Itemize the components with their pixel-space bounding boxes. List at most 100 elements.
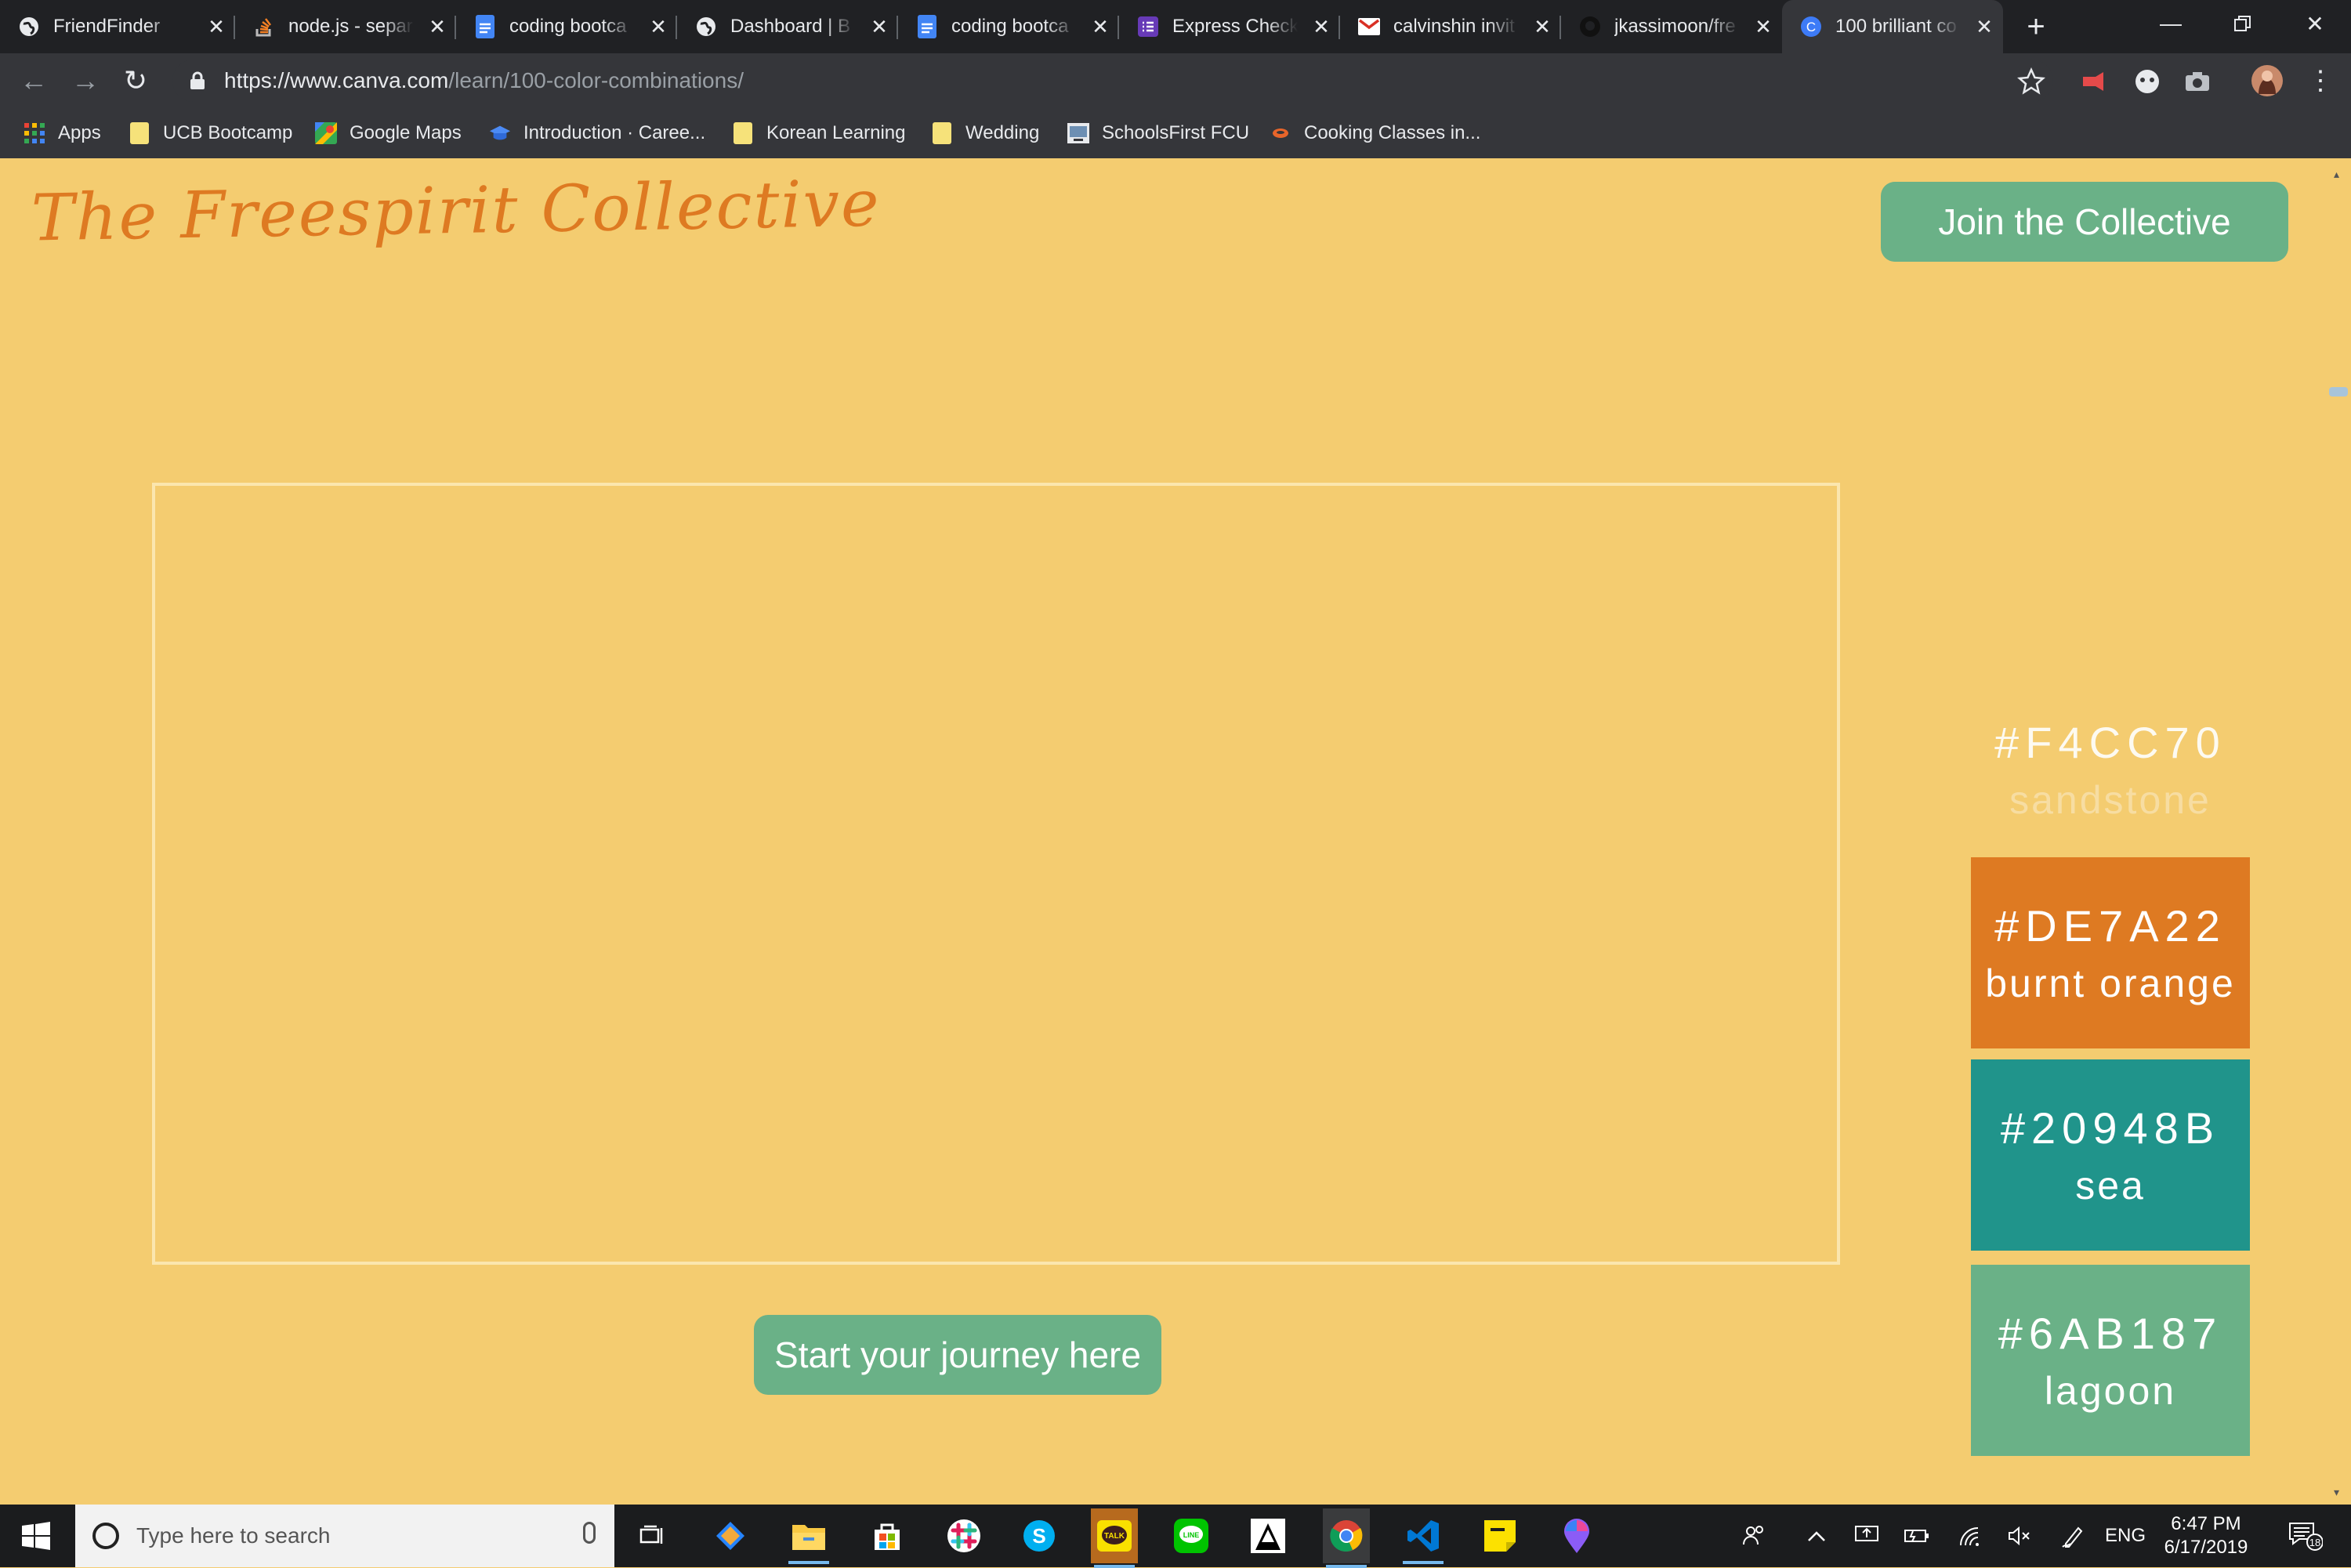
skype-icon[interactable]: S	[1016, 1512, 1063, 1559]
slack-icon[interactable]	[940, 1512, 987, 1559]
close-icon[interactable]: ✕	[426, 16, 448, 38]
tab-title: 100 brilliant co	[1835, 16, 1957, 37]
bookmark-label: UCB Bootcamp	[163, 122, 293, 143]
tab-nodejs[interactable]: node.js - separ ✕	[235, 0, 456, 53]
page-content: The Freespirit Collective Join the Colle…	[0, 158, 2351, 1505]
start-journey-button[interactable]: Start your journey here	[754, 1315, 1161, 1395]
bookmark-ucb-bootcamp[interactable]: UCB Bootcamp	[129, 119, 292, 147]
bookmark-korean-learning[interactable]: Korean Learning	[732, 119, 905, 147]
cortana-icon	[92, 1523, 119, 1549]
tab-title: coding bootca	[951, 16, 1069, 37]
address-bar[interactable]: https://www.canva.com/learn/100-color-co…	[172, 60, 2053, 102]
tab-gmail-invite[interactable]: calvinshin invit ✕	[1340, 0, 1561, 53]
close-icon[interactable]: ✕	[1310, 16, 1332, 38]
bookmark-icon	[489, 122, 511, 144]
close-icon[interactable]: ✕	[647, 16, 669, 38]
swatch-burnt-orange: #DE7A22 burnt orange	[1971, 857, 2250, 1048]
bookmark-label: Google Maps	[350, 122, 462, 143]
volume-muted-icon[interactable]	[2003, 1522, 2034, 1550]
tab-title: node.js - separ	[288, 16, 413, 37]
notification-center-icon[interactable]: 18	[2282, 1522, 2329, 1551]
bookmark-wedding[interactable]: Wedding	[931, 119, 1039, 147]
close-icon[interactable]: ✕	[205, 16, 227, 38]
forms-icon	[1136, 15, 1160, 38]
tab-coding-bootcamp-2[interactable]: coding bootca ✕	[898, 0, 1119, 53]
profile-avatar[interactable]	[2251, 64, 2284, 97]
reload-button[interactable]: ↻	[116, 61, 155, 100]
close-icon[interactable]: ✕	[1752, 16, 1774, 38]
windows-start-icon[interactable]	[22, 1522, 50, 1550]
taskbar-search-box[interactable]: Type here to search	[75, 1505, 614, 1567]
swatch-hex: #DE7A22	[1994, 901, 2226, 951]
browser-toolbar: ← → ↻ https://www.canva.com/learn/100-co…	[0, 53, 2351, 108]
task-view-icon[interactable]	[629, 1512, 676, 1559]
bookmark-apps[interactable]: Apps	[24, 119, 101, 147]
chrome-icon[interactable]	[1323, 1508, 1370, 1568]
new-tab-button[interactable]: +	[2019, 9, 2053, 44]
tab-title: Express Check	[1172, 16, 1298, 37]
tab-friendfinder[interactable]: FriendFinder ✕	[0, 0, 235, 53]
microphone-icon[interactable]	[583, 1522, 596, 1544]
file-explorer-icon[interactable]	[785, 1512, 832, 1564]
camera-icon[interactable]	[2183, 67, 2212, 96]
scroll-down-arrow[interactable]: ▾	[2334, 1486, 2343, 1499]
people-icon[interactable]	[1738, 1522, 1770, 1550]
tab-canva-active[interactable]: C 100 brilliant co ✕	[1782, 0, 2003, 53]
chevron-up-icon[interactable]	[1802, 1522, 1831, 1550]
language-indicator[interactable]: ENG	[2103, 1522, 2147, 1550]
bookmark-schoolsfirst[interactable]: SchoolsFirst FCU	[1067, 119, 1249, 147]
google-docs-icon	[915, 15, 939, 38]
url-path: /learn/100-color-combinations/	[448, 68, 744, 92]
store-icon[interactable]	[864, 1512, 911, 1559]
extension-face-icon[interactable]	[2133, 67, 2161, 96]
star-icon[interactable]	[2017, 67, 2045, 96]
menu-kebab-icon[interactable]: ⋮	[2301, 61, 2340, 100]
minimize-button[interactable]: —	[2135, 0, 2207, 47]
url-host: https://www.canva.com	[224, 68, 449, 92]
scrollbar-thumb[interactable]	[2329, 387, 2348, 397]
tab-dashboard[interactable]: Dashboard | B ✕	[677, 0, 898, 53]
display-icon[interactable]	[1851, 1522, 1882, 1550]
sticky-notes-icon[interactable]	[1476, 1512, 1523, 1559]
bookmark-cooking-classes[interactable]: Cooking Classes in...	[1270, 119, 1480, 147]
close-icon[interactable]: ✕	[1089, 16, 1111, 38]
kakaotalk-icon[interactable]: TALK	[1091, 1508, 1138, 1568]
system-clock[interactable]: 6:47 PM 6/17/2019	[2147, 1512, 2265, 1559]
pen-ink-icon[interactable]	[2058, 1522, 2089, 1550]
url-text: https://www.canva.com/learn/100-color-co…	[224, 68, 744, 93]
tab-github[interactable]: jkassimoon/fre ✕	[1561, 0, 1782, 53]
close-window-button[interactable]: ✕	[2279, 0, 2351, 47]
bookmark-google-maps[interactable]: Google Maps	[315, 119, 462, 147]
globe-icon	[694, 15, 718, 38]
line-icon[interactable]: LINE	[1168, 1512, 1215, 1559]
bookmark-introduction-career[interactable]: Introduction · Caree...	[489, 119, 705, 147]
github-icon	[1578, 15, 1602, 38]
bookmark-label: Wedding	[965, 122, 1040, 143]
close-icon[interactable]: ✕	[1531, 16, 1553, 38]
close-icon[interactable]: ✕	[1973, 16, 1995, 38]
close-icon[interactable]: ✕	[868, 16, 890, 38]
swatch-hex: #20948B	[2000, 1103, 2221, 1153]
maps-pin-icon[interactable]	[1553, 1512, 1600, 1559]
forward-button[interactable]: →	[66, 61, 105, 100]
restore-icon	[2234, 16, 2251, 31]
screencast-extension-icon[interactable]	[2080, 67, 2108, 96]
google-maps-icon	[315, 122, 337, 144]
battery-icon[interactable]	[1901, 1522, 1933, 1550]
wifi-icon[interactable]	[1954, 1522, 1986, 1550]
tab-coding-bootcamp-1[interactable]: coding bootca ✕	[456, 0, 677, 53]
brand-logo[interactable]: The Freespirit Collective	[31, 167, 881, 256]
restore-button[interactable]	[2207, 0, 2279, 47]
vscode-icon[interactable]	[1400, 1512, 1447, 1564]
bookmark-label: Korean Learning	[766, 122, 906, 143]
inkscape-icon[interactable]	[1244, 1512, 1291, 1559]
tab-title: FriendFinder	[53, 16, 161, 37]
tab-express-checkout[interactable]: Express Check ✕	[1119, 0, 1340, 53]
scroll-up-arrow[interactable]: ▴	[2334, 168, 2343, 181]
tab-title: calvinshin invit	[1393, 16, 1515, 37]
clock-time: 6:47 PM	[2171, 1513, 2241, 1534]
back-button[interactable]: ←	[14, 61, 53, 100]
sourcetree-icon[interactable]	[707, 1512, 754, 1559]
swatch-hex: #F4CC70	[1994, 718, 2226, 767]
join-collective-button[interactable]: Join the Collective	[1881, 182, 2288, 262]
